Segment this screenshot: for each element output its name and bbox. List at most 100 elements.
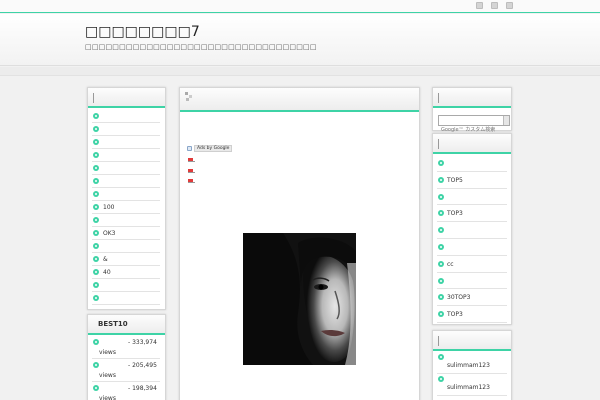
category-box-header — [88, 88, 165, 108]
list-item[interactable]: 40 — [92, 266, 160, 279]
list-item[interactable] — [92, 175, 160, 188]
bullet-icon — [93, 139, 99, 145]
social-icon-1[interactable] — [476, 2, 483, 9]
list-item[interactable]: TOP3 — [437, 306, 507, 323]
bullet-icon — [438, 354, 444, 360]
nav-band — [0, 67, 600, 76]
list-item[interactable]: - 333,974 views — [92, 336, 160, 359]
ranking-box-header: BEST10 — [88, 315, 165, 335]
users-box-header — [433, 331, 511, 351]
list-item-label: 40 — [103, 269, 111, 276]
list-item[interactable]: 100 — [92, 201, 160, 214]
list-item[interactable]: sulimmam123 — [437, 374, 507, 396]
list-item[interactable]: TOP3 — [437, 205, 507, 223]
list-item[interactable] — [92, 149, 160, 162]
list-item[interactable]: sulimmam123 — [437, 352, 507, 374]
search-field[interactable] — [438, 115, 510, 135]
social-icon-2[interactable] — [491, 2, 498, 9]
bullet-icon — [93, 256, 99, 262]
bullet-icon — [93, 204, 99, 210]
site-title[interactable]: □□□□□□□□7 — [85, 24, 200, 40]
user-name: sulimmam123 — [447, 384, 490, 391]
bullet-icon — [93, 165, 99, 171]
list-item[interactable]: OK3 — [92, 227, 160, 240]
bullet-icon — [438, 227, 444, 234]
list-item[interactable] — [92, 279, 160, 292]
user-name: sulimmam123 — [447, 362, 490, 369]
bullet-icon — [438, 311, 444, 318]
list-item[interactable]: - 198,394 views — [92, 382, 160, 400]
recent-posts-box: TOP5 TOP3 cc 30TOP3 TOP3 — [432, 133, 512, 325]
list-item[interactable] — [92, 123, 160, 136]
main-content: Ads by Google — [179, 87, 420, 400]
bullet-icon — [93, 362, 99, 368]
view-count: - 198,394 — [128, 385, 157, 392]
bullet-icon — [93, 126, 99, 132]
list-item-label: TOP5 — [447, 176, 463, 184]
flag-icon[interactable] — [188, 158, 195, 162]
article-icon — [185, 92, 192, 101]
bullet-icon — [438, 277, 444, 284]
bullet-icon — [93, 269, 99, 275]
list-item[interactable] — [437, 239, 507, 256]
bullet-icon — [438, 210, 444, 217]
users-box: sulimmam123 sulimmam123 — [432, 330, 512, 400]
view-unit: views — [99, 372, 116, 379]
bullet-icon — [438, 376, 444, 382]
article-photo — [243, 233, 356, 365]
bullet-icon — [93, 385, 99, 391]
list-item-label: 30TOP3 — [447, 294, 471, 302]
list-item[interactable] — [437, 155, 507, 172]
list-item-label: OK3 — [103, 230, 116, 237]
bullet-icon — [438, 260, 444, 267]
list-item[interactable] — [437, 222, 507, 239]
list-item[interactable] — [92, 240, 160, 253]
list-item[interactable] — [92, 214, 160, 227]
bullet-icon — [93, 178, 99, 184]
bullet-icon — [93, 191, 99, 197]
search-button[interactable] — [503, 116, 509, 125]
view-unit: views — [99, 349, 116, 356]
bullet-icon — [93, 113, 99, 119]
list-item[interactable] — [92, 136, 160, 149]
bullet-icon — [438, 243, 444, 250]
list-item[interactable] — [437, 189, 507, 206]
list-item[interactable] — [92, 162, 160, 175]
list-item[interactable]: - 205,495 views — [92, 359, 160, 382]
list-item[interactable]: & — [92, 253, 160, 266]
list-item-label: 100 — [103, 204, 115, 211]
ads-label: Ads by Google — [194, 145, 233, 152]
info-icon — [187, 146, 192, 151]
list-item-label: & — [103, 256, 108, 263]
list-item[interactable] — [92, 188, 160, 201]
ranking-box: BEST10 - 333,974 views - 205,495 views - 198… — [87, 314, 166, 400]
main-header — [180, 88, 419, 112]
search-box — [432, 87, 512, 135]
ads-by-google[interactable]: Ads by Google — [187, 145, 233, 152]
list-item[interactable] — [92, 110, 160, 123]
site-header: □□□□□□□□7 □□□□□□□□□□□□□□□□□□□□□□□□□□□□□□… — [0, 14, 600, 66]
bullet-icon — [93, 152, 99, 158]
site-description: □□□□□□□□□□□□□□□□□□□□□□□□□□□□□□□□□□ — [85, 43, 317, 51]
search-box-header — [433, 88, 511, 108]
flag-icon[interactable] — [188, 169, 195, 173]
list-item[interactable]: TOP5 — [437, 172, 507, 189]
ranking-list: - 333,974 views - 205,495 views - 198,394 vie… — [88, 335, 165, 400]
recent-posts-header — [433, 134, 511, 154]
users-list: sulimmam123 sulimmam123 — [433, 351, 511, 396]
bullet-icon — [93, 217, 99, 223]
social-icon-3[interactable] — [506, 2, 513, 9]
flag-icon[interactable] — [188, 179, 195, 183]
recent-posts-list: TOP5 TOP3 cc 30TOP3 TOP3 — [433, 154, 511, 323]
list-item[interactable]: cc — [437, 256, 507, 273]
list-item[interactable]: 30TOP3 — [437, 289, 507, 307]
bullet-icon — [438, 160, 444, 166]
bullet-icon — [438, 294, 444, 301]
bullet-icon — [93, 295, 99, 301]
list-item[interactable] — [437, 273, 507, 290]
bullet-icon — [438, 176, 444, 183]
list-item-label: TOP3 — [447, 210, 463, 218]
bullet-icon — [438, 193, 444, 200]
list-item[interactable] — [92, 292, 160, 305]
top-strip — [0, 0, 600, 13]
